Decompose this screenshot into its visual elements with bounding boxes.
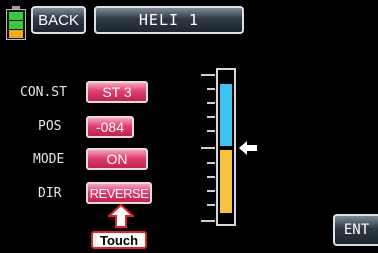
pos-label: POS xyxy=(38,119,62,134)
mode-button[interactable]: ON xyxy=(86,148,148,170)
gauge-upper-fill xyxy=(220,84,232,146)
ent-button[interactable]: ENT xyxy=(333,214,378,246)
gauge-scale xyxy=(201,74,215,222)
back-button[interactable]: BACK xyxy=(31,6,86,34)
con-st-label: CON.ST xyxy=(20,85,67,100)
pos-value-button[interactable]: -084 xyxy=(86,116,134,138)
dir-label: DIR xyxy=(38,186,62,201)
gauge-pointer-arrow-icon xyxy=(239,141,257,155)
servo-setting-screen: BACK HELI 1 CON.ST ST 3 POS -084 MODE ON… xyxy=(0,0,378,253)
page-title: HELI 1 xyxy=(94,6,244,34)
gauge-lower-fill xyxy=(220,150,232,213)
touch-callout-label: Touch xyxy=(91,231,147,249)
con-st-button[interactable]: ST 3 xyxy=(86,81,148,103)
touch-arrow-icon xyxy=(108,204,134,228)
servo-position-gauge xyxy=(216,68,236,226)
dir-button[interactable]: REVERSE xyxy=(86,182,152,204)
mode-label: MODE xyxy=(33,152,65,167)
battery-icon xyxy=(6,6,26,40)
